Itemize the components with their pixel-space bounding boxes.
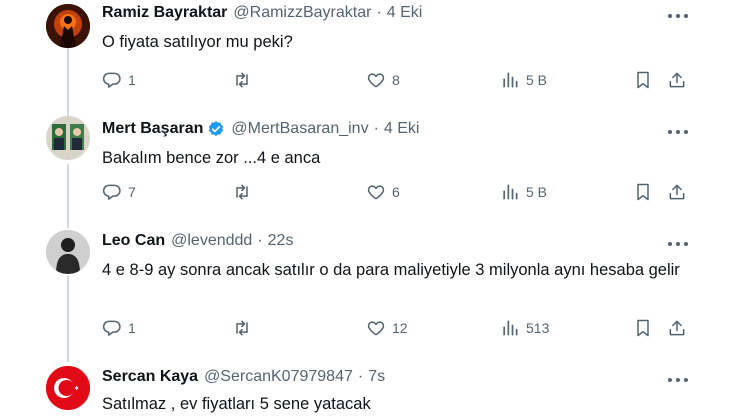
view-count: 5 B: [526, 72, 548, 88]
like-count: 12: [392, 320, 408, 336]
retweet-button[interactable]: [232, 68, 258, 92]
bookmark-icon: [637, 319, 649, 337]
retweet-icon: [236, 320, 248, 336]
bookmark-button[interactable]: [633, 180, 653, 204]
like-button[interactable]: 8: [366, 68, 400, 92]
view-count: 5 B: [526, 184, 548, 200]
avatar-image: [46, 4, 90, 48]
author-name[interactable]: Sercan Kaya: [102, 368, 198, 386]
more-options-icon[interactable]: [668, 372, 688, 388]
tweet[interactable]: Ramiz Bayraktar @RamizzBayraktar · 4 Eki…: [0, 0, 730, 110]
like-count: 6: [392, 184, 400, 200]
tweet-header: Ramiz Bayraktar @RamizzBayraktar · 4 Eki: [102, 4, 422, 22]
reply-button[interactable]: 1: [102, 68, 136, 92]
tweet[interactable]: Mert Başaran @MertBasaran_inv · 4 Eki Ba…: [0, 116, 730, 224]
views-icon: [503, 320, 518, 336]
tweet[interactable]: Leo Can @levenddd · 22s 4 e 8-9 ay sonra…: [0, 228, 730, 360]
like-button[interactable]: 12: [366, 316, 408, 340]
separator-dot: ·: [376, 4, 382, 21]
avatar-image: [46, 230, 90, 274]
author-handle[interactable]: @SercanK07979847: [204, 368, 353, 386]
views-button[interactable]: 5 B: [500, 180, 547, 204]
more-options-icon[interactable]: [668, 124, 688, 140]
share-icon: [669, 184, 685, 200]
verified-badge-icon: [209, 121, 224, 136]
reply-button[interactable]: 7: [102, 180, 136, 204]
bookmark-button[interactable]: [633, 316, 653, 340]
avatar[interactable]: [46, 116, 90, 160]
tweet-text: O fiyata satılıyor mu peki?: [102, 33, 293, 51]
author-handle[interactable]: @RamizzBayraktar: [233, 4, 371, 22]
tweet-text: Satılmaz , ev fiyatları 5 sene yatacak: [102, 395, 371, 413]
share-icon: [669, 72, 685, 88]
more-options-icon[interactable]: [668, 8, 688, 24]
share-icon: [669, 320, 685, 336]
tweet-header: Leo Can @levenddd · 22s: [102, 232, 293, 250]
tweet-actions: 7 6 5 B: [0, 180, 730, 204]
turkish-flag-avatar-icon: [46, 366, 90, 410]
tweet-actions: 1 8 5 B: [0, 68, 730, 92]
author-name[interactable]: Mert Başaran: [102, 120, 203, 138]
heart-icon: [367, 185, 385, 200]
author-name[interactable]: Ramiz Bayraktar: [102, 4, 227, 22]
separator-dot: ·: [357, 368, 364, 385]
tweet-text: 4 e 8-9 ay sonra ancak satılır o da para…: [102, 261, 680, 279]
retweet-button[interactable]: [232, 316, 258, 340]
author-handle[interactable]: @MertBasaran_inv: [231, 120, 368, 138]
views-icon: [503, 184, 518, 200]
reply-icon: [102, 72, 121, 88]
author-handle[interactable]: @levenddd: [171, 232, 252, 250]
tweet-actions: 1 12 513: [0, 316, 730, 340]
reply-count: 1: [128, 320, 136, 336]
retweet-button[interactable]: [232, 180, 258, 204]
like-button[interactable]: 6: [366, 180, 400, 204]
like-count: 8: [392, 72, 400, 88]
retweet-icon: [236, 184, 248, 200]
avatar[interactable]: [46, 366, 90, 410]
share-button[interactable]: [667, 68, 687, 92]
reply-count: 1: [128, 72, 136, 88]
reply-button[interactable]: 1: [102, 316, 136, 340]
separator-dot: ·: [373, 120, 379, 137]
avatar-image: [46, 116, 90, 160]
bookmark-icon: [637, 71, 649, 89]
bookmark-icon: [637, 183, 649, 201]
retweet-icon: [236, 72, 248, 88]
share-button[interactable]: [667, 316, 687, 340]
separator-dot: ·: [257, 232, 263, 249]
reply-icon: [102, 184, 121, 200]
heart-icon: [367, 73, 385, 88]
reply-icon: [102, 320, 121, 336]
views-icon: [503, 72, 518, 88]
timestamp[interactable]: 7s: [368, 368, 385, 386]
timestamp[interactable]: 22s: [268, 232, 294, 250]
tweet-text: Bakalım bence zor ...4 e anca: [102, 149, 321, 167]
tweet-header: Mert Başaran @MertBasaran_inv · 4 Eki: [102, 120, 419, 138]
tweet[interactable]: Sercan Kaya @SercanK07979847 · 7s Satılm…: [0, 364, 730, 420]
avatar[interactable]: [46, 4, 90, 48]
more-options-icon[interactable]: [668, 236, 688, 252]
avatar[interactable]: [46, 230, 90, 274]
tweet-header: Sercan Kaya @SercanK07979847 · 7s: [102, 368, 385, 386]
heart-icon: [367, 321, 385, 336]
timestamp[interactable]: 4 Eki: [387, 4, 423, 22]
share-button[interactable]: [667, 180, 687, 204]
reply-count: 7: [128, 184, 136, 200]
timestamp[interactable]: 4 Eki: [384, 120, 420, 138]
author-name[interactable]: Leo Can: [102, 232, 165, 250]
view-count: 513: [526, 320, 550, 336]
bookmark-button[interactable]: [633, 68, 653, 92]
views-button[interactable]: 513: [500, 316, 549, 340]
views-button[interactable]: 5 B: [500, 68, 547, 92]
